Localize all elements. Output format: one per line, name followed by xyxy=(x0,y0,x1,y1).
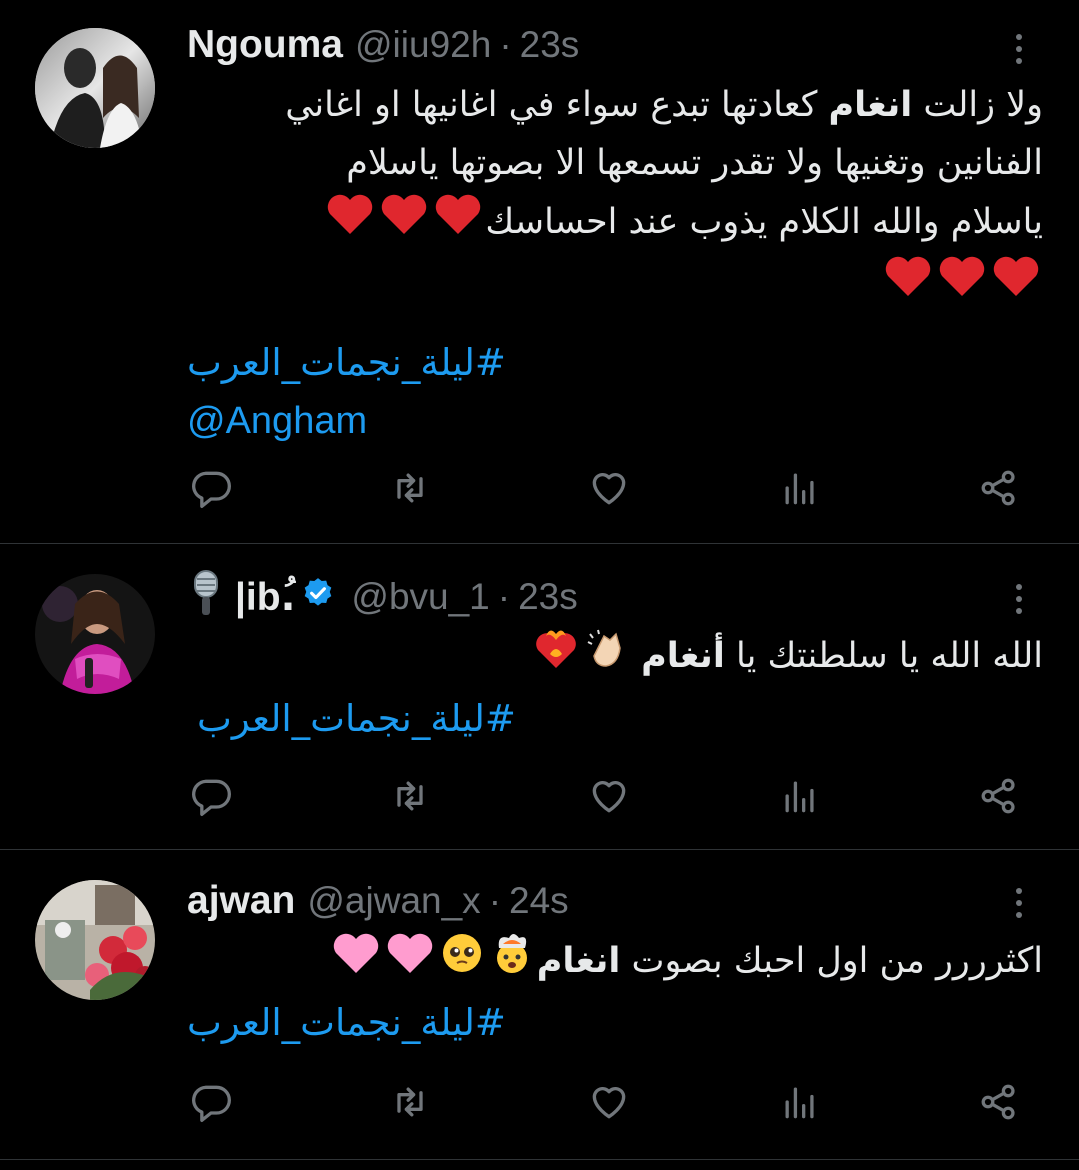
more-options-icon[interactable] xyxy=(999,574,1039,624)
more-options-icon[interactable] xyxy=(999,24,1039,74)
tweet-text: ولا زالت انغام كعادتها تبدع سواء في اغان… xyxy=(187,76,1043,450)
retweet-icon xyxy=(397,473,423,503)
reply-icon xyxy=(192,471,231,508)
share-button[interactable] xyxy=(971,460,1027,516)
reply-button[interactable] xyxy=(183,768,239,824)
verified-badge-icon xyxy=(301,575,335,619)
action-bar xyxy=(0,1074,1079,1134)
share-icon xyxy=(981,470,1015,506)
red-heart-icon xyxy=(433,192,483,254)
tweet-text: الله الله يا سلطنتك يا أنغام #ليلة_نجمات… xyxy=(187,624,1043,748)
pink-heart-icon xyxy=(385,931,435,993)
exploding-head-icon xyxy=(489,930,535,994)
like-button[interactable] xyxy=(581,1074,637,1130)
user-handle[interactable]: @iiu92h xyxy=(355,24,491,66)
hashtag-link[interactable]: #ليلة_نجمات_العرب xyxy=(187,334,1043,392)
tweet-line: الله الله يا سلطنتك يا أنغام xyxy=(187,624,1043,690)
timestamp[interactable]: 23s xyxy=(520,24,580,66)
tweet-line: ياسلام والله الكلام يذوب عند احساسك xyxy=(187,192,1043,254)
mention-link[interactable]: @Angham xyxy=(187,392,1043,450)
like-button[interactable] xyxy=(581,768,637,824)
avatar[interactable] xyxy=(35,574,155,694)
views-icon xyxy=(785,473,814,505)
retweet-button[interactable] xyxy=(382,768,438,824)
tweet-line: الفنانين وتغنيها ولا تقدر تسمعها الا بصو… xyxy=(346,143,1043,183)
display-name[interactable]: |ib.ُ xyxy=(235,575,295,620)
hashtag-link[interactable]: #ليلة_نجمات_العرب xyxy=(197,690,1043,748)
reply-button[interactable] xyxy=(183,460,239,516)
more-options-icon[interactable] xyxy=(999,878,1039,928)
reply-icon xyxy=(192,779,231,816)
tweet-header: ajwan @ajwan_x · 24s xyxy=(187,876,1019,926)
like-icon xyxy=(592,473,626,505)
red-heart-icon xyxy=(937,254,987,316)
red-heart-icon xyxy=(325,192,375,254)
share-button[interactable] xyxy=(971,1074,1027,1130)
user-handle[interactable]: @ajwan_x xyxy=(307,880,480,922)
avatar[interactable] xyxy=(35,880,155,1000)
tweet-line: اكثرررر من اول احبك بصوت انغام xyxy=(187,930,1043,994)
like-icon xyxy=(592,1087,626,1119)
red-heart-icon xyxy=(991,254,1041,316)
tweet[interactable]: ajwan @ajwan_x · 24s اكثرررر من اول احبك… xyxy=(0,850,1079,1160)
display-name[interactable]: ajwan xyxy=(187,879,295,923)
hashtag-link[interactable]: #ليلة_نجمات_العرب xyxy=(187,994,1043,1052)
timestamp[interactable]: 23s xyxy=(518,576,578,618)
bold-name: انغام xyxy=(828,85,913,125)
retweet-icon xyxy=(397,781,423,811)
views-icon xyxy=(785,781,814,813)
views-button[interactable] xyxy=(772,768,828,824)
pleading-face-icon xyxy=(439,930,485,994)
separator-dot: · xyxy=(499,24,512,65)
display-name[interactable]: Ngouma xyxy=(187,23,343,67)
separator-dot: · xyxy=(488,880,502,921)
tweet-header: Ngouma @iiu92h · 23s xyxy=(187,20,1019,70)
share-icon xyxy=(981,778,1015,814)
heart-on-fire-icon xyxy=(532,624,580,690)
views-button[interactable] xyxy=(772,460,828,516)
like-button[interactable] xyxy=(581,460,637,516)
retweet-button[interactable] xyxy=(382,460,438,516)
tweet[interactable]: Ngouma @iiu92h · 23s ولا زالت انغام كعاد… xyxy=(0,0,1079,544)
tweet-text: اكثرررر من اول احبك بصوت انغام #ليلة_نجم… xyxy=(187,930,1043,1052)
pink-heart-icon xyxy=(331,931,381,993)
tweet[interactable]: |ib.ُ @bvu_1 · 23s الله الله يا سلطنتك ي… xyxy=(0,544,1079,850)
views-button[interactable] xyxy=(772,1074,828,1130)
bold-name: أنغام xyxy=(641,636,725,676)
reply-button[interactable] xyxy=(183,1074,239,1130)
microphone-icon xyxy=(189,569,223,626)
retweet-button[interactable] xyxy=(382,1074,438,1130)
red-heart-icon xyxy=(883,254,933,316)
action-bar xyxy=(0,768,1079,828)
action-bar xyxy=(0,460,1079,520)
timestamp[interactable]: 24s xyxy=(509,880,569,922)
red-heart-icon xyxy=(379,192,429,254)
tweet-line xyxy=(187,254,1043,316)
share-icon xyxy=(981,1084,1015,1120)
views-icon xyxy=(785,1087,814,1119)
tweet-header: |ib.ُ @bvu_1 · 23s xyxy=(187,569,1019,622)
avatar[interactable] xyxy=(35,28,155,148)
like-icon xyxy=(592,781,626,813)
share-button[interactable] xyxy=(971,768,1027,824)
separator-dot: · xyxy=(497,576,511,617)
bold-name: انغام xyxy=(536,941,621,981)
clapping-hands-icon xyxy=(584,626,628,688)
reply-icon xyxy=(192,1085,231,1122)
user-handle[interactable]: @bvu_1 xyxy=(351,576,489,618)
tweet-line: ولا زالت انغام كعادتها تبدع سواء في اغان… xyxy=(285,85,1043,125)
retweet-icon xyxy=(397,1087,423,1117)
